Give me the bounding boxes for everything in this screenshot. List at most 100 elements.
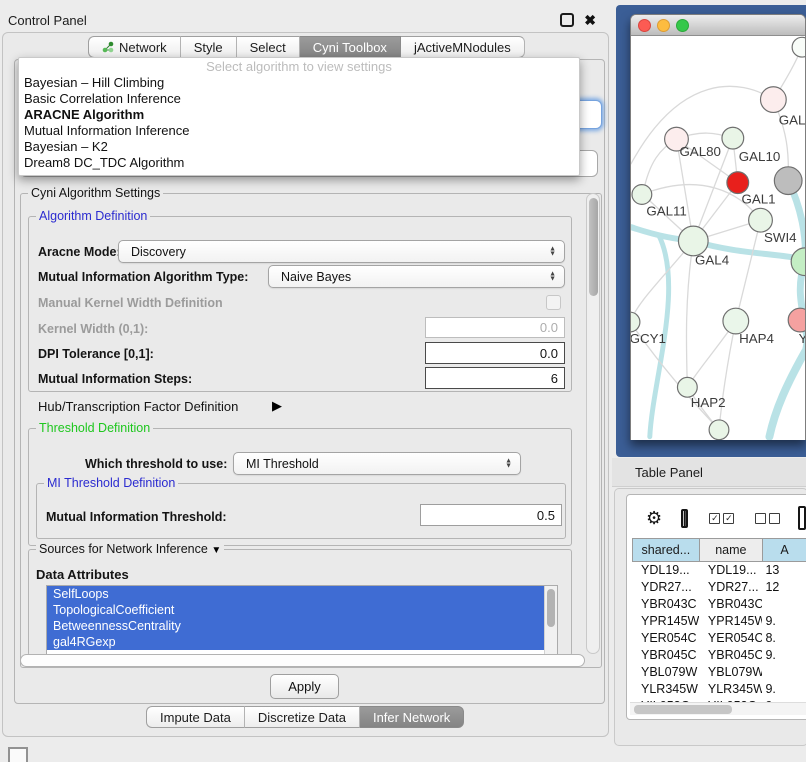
window-minimize-icon[interactable]: [657, 19, 670, 32]
hub-definition-label[interactable]: Hub/Transcription Factor Definition: [38, 399, 238, 414]
dpi-tolerance-value: 0.0: [540, 346, 558, 361]
table-cell: 12: [762, 579, 806, 596]
kernel-width-field[interactable]: 0.0: [425, 317, 565, 338]
algorithm-option-bayesian-hill-climbing[interactable]: Bayesian – Hill Climbing: [19, 75, 579, 91]
table-row[interactable]: YBR043CYBR043C: [632, 596, 806, 613]
table-cell: YPR145W: [699, 613, 763, 630]
column-header-shared[interactable]: shared...: [632, 538, 699, 562]
window-zoom-icon[interactable]: [676, 19, 689, 32]
mi-threshold-field[interactable]: 0.5: [420, 504, 562, 526]
dpi-tolerance-field[interactable]: 0.0: [425, 342, 565, 364]
select-all-columns-icon[interactable]: ✓✓: [709, 513, 734, 524]
column-header-name[interactable]: name: [699, 538, 762, 562]
node-label-gal10: GAL10: [739, 149, 781, 164]
settings-horizontal-scrollbar[interactable]: [20, 654, 585, 667]
table-cell: YBL079W: [632, 664, 699, 681]
table-horizontal-scrollbar[interactable]: [630, 702, 806, 715]
tab-label: jActiveMNodules: [414, 40, 511, 55]
apply-button[interactable]: Apply: [270, 674, 339, 699]
mi-steps-field[interactable]: 6: [425, 367, 565, 389]
attribute-item-gal4rgexp[interactable]: gal4RGexp: [47, 634, 545, 650]
network-node-gal1[interactable]: [749, 208, 773, 232]
table-row[interactable]: YDL19...YDL19...13: [632, 562, 806, 579]
collapse-down-icon[interactable]: ▼: [211, 545, 221, 556]
network-node[interactable]: [727, 172, 749, 194]
network-node-gal[interactable]: [761, 87, 787, 113]
aracne-mode-combo[interactable]: Discovery ▲▼: [118, 240, 565, 263]
expand-right-icon[interactable]: ▶: [272, 398, 282, 414]
network-node[interactable]: [774, 167, 802, 195]
network-node-y[interactable]: [788, 308, 805, 332]
algorithm-option-basic-correlation-inference[interactable]: Basic Correlation Inference: [19, 91, 579, 107]
network-node[interactable]: [792, 37, 805, 57]
network-edge[interactable]: [719, 321, 736, 430]
cyni-algorithm-settings-title: Cyni Algorithm Settings: [28, 186, 163, 200]
split-columns-icon[interactable]: [681, 509, 688, 528]
table-row[interactable]: YPR145WYPR145W9.: [632, 613, 806, 630]
network-node-swi4[interactable]: [791, 248, 805, 276]
algorithm-option-bayesian-k2[interactable]: Bayesian – K2: [19, 139, 579, 155]
tab-infer-network[interactable]: Infer Network: [360, 706, 464, 728]
gear-icon[interactable]: ⚙: [646, 508, 662, 529]
node-label-gal: GAL: [779, 112, 805, 127]
deselect-all-columns-icon[interactable]: [755, 513, 780, 524]
table-toolbar: ⚙ ✓✓: [632, 503, 806, 533]
algorithm-option-dream8-dc-tdc-algorithm[interactable]: Dream8 DC_TDC Algorithm: [19, 155, 579, 171]
minimized-panel-icon[interactable]: [8, 747, 28, 762]
network-node-gal11[interactable]: [632, 185, 652, 205]
node-label-gal1: GAL1: [741, 191, 775, 206]
algorithm-option-aracne-algorithm[interactable]: ARACNE Algorithm: [19, 107, 579, 123]
table-cell: YBR043C: [699, 596, 763, 613]
table-cell: 9.: [762, 613, 806, 630]
network-graph[interactable]: GALGAL80GAL10GAL1GAL11SWI4GAL4GCY1HAP4YH…: [631, 36, 805, 440]
new-table-icon[interactable]: [798, 506, 806, 530]
apply-button-label: Apply: [288, 679, 321, 694]
network-node[interactable]: [709, 420, 729, 440]
network-edge-thick[interactable]: [769, 352, 805, 437]
tab-style[interactable]: Style: [181, 36, 237, 58]
algorithm-option-mutual-information-inference[interactable]: Mutual Information Inference: [19, 123, 579, 139]
tab-cyni-toolbox[interactable]: Cyni Toolbox: [300, 36, 401, 58]
mi-steps-label: Mutual Information Steps:: [38, 372, 192, 386]
network-edge[interactable]: [686, 241, 693, 387]
attribute-item-betweennesscentrality[interactable]: BetweennessCentrality: [47, 618, 545, 634]
kernel-width-value: 0.0: [540, 320, 558, 335]
table-row[interactable]: YBR045CYBR045C9.: [632, 647, 806, 664]
network-node-gcy1[interactable]: [631, 312, 640, 332]
settings-vertical-scrollbar[interactable]: [586, 193, 600, 654]
node-label-hap4: HAP4: [739, 331, 774, 346]
table-row[interactable]: YBL079WYBL079W: [632, 664, 806, 681]
table-cell: YBR043C: [632, 596, 699, 613]
which-threshold-label: Which threshold to use:: [85, 457, 227, 471]
attribute-item-selfloops[interactable]: SelfLoops: [47, 586, 545, 602]
mi-algorithm-type-value: Naive Bayes: [281, 270, 351, 284]
tab-network[interactable]: Network: [88, 36, 181, 58]
mi-algorithm-type-combo[interactable]: Naive Bayes ▲▼: [268, 265, 565, 288]
network-node-gal10[interactable]: [722, 127, 744, 149]
attributes-list-scrollbar[interactable]: [544, 586, 557, 655]
threshold-definition-title: Threshold Definition: [36, 421, 153, 435]
manual-kernel-width-checkbox[interactable]: [546, 295, 561, 310]
kernel-width-label: Kernel Width (0,1):: [38, 322, 148, 336]
attribute-item-topologicalcoefficient[interactable]: TopologicalCoefficient: [47, 602, 545, 618]
close-panel-icon[interactable]: ✖: [584, 13, 596, 27]
table-cell: YER054C: [632, 630, 699, 647]
which-threshold-combo[interactable]: MI Threshold ▲▼: [233, 452, 521, 475]
tab-discretize-data[interactable]: Discretize Data: [245, 706, 360, 728]
float-panel-icon[interactable]: [560, 13, 574, 27]
network-edge[interactable]: [736, 220, 761, 321]
network-node-gal4[interactable]: [678, 226, 708, 256]
table-row[interactable]: YDR27...YDR27...12: [632, 579, 806, 596]
table-row[interactable]: YER054CYER054C8.: [632, 630, 806, 647]
table-cell: YDR27...: [632, 579, 699, 596]
network-canvas[interactable]: GALGAL80GAL10GAL1GAL11SWI4GAL4GCY1HAP4YH…: [631, 36, 805, 440]
column-header-a[interactable]: A: [762, 538, 806, 562]
tab-select[interactable]: Select: [237, 36, 300, 58]
window-close-icon[interactable]: [638, 19, 651, 32]
tab-impute-data[interactable]: Impute Data: [146, 706, 245, 728]
network-window-titlebar[interactable]: [631, 15, 805, 36]
tab-jactivemnodules[interactable]: jActiveMNodules: [401, 36, 525, 58]
table-row[interactable]: YLR345WYLR345W9.: [632, 681, 806, 698]
table-cell: 9.: [762, 681, 806, 698]
table-cell: YBR045C: [632, 647, 699, 664]
